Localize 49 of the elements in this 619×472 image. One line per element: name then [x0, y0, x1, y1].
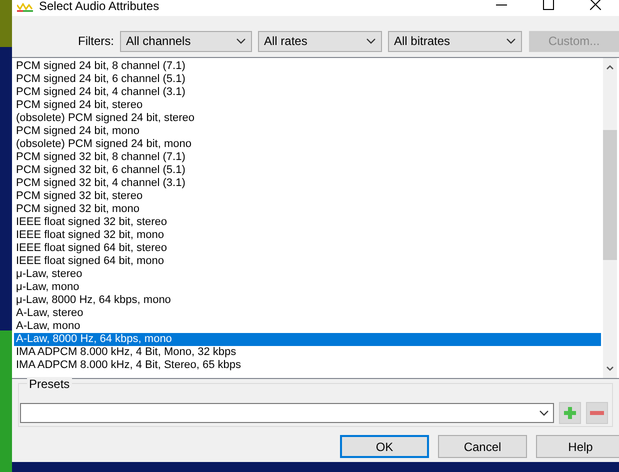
- format-item[interactable]: μ-Law, stereo: [14, 268, 601, 281]
- format-item[interactable]: PCM signed 32 bit, 6 channel (5.1): [14, 164, 601, 177]
- scroll-thumb[interactable]: [603, 130, 617, 260]
- minus-icon: [590, 410, 604, 414]
- filter-dropdown[interactable]: All rates: [258, 30, 382, 52]
- chevron-down-icon: [366, 38, 376, 44]
- remove-preset-button[interactable]: [586, 402, 608, 424]
- scroll-up-icon[interactable]: [606, 64, 614, 70]
- format-item[interactable]: PCM signed 24 bit, mono: [14, 125, 601, 138]
- waveform-icon: [17, 3, 33, 12]
- format-item[interactable]: PCM signed 24 bit, 4 channel (3.1): [14, 86, 601, 99]
- format-item[interactable]: IMA ADPCM 8.000 kHz, 4 Bit, Stereo, 65 kbps: [14, 359, 601, 372]
- dialog-button[interactable]: OK: [340, 435, 429, 458]
- format-item[interactable]: PCM signed 24 bit, 8 channel (7.1): [14, 60, 601, 73]
- chevron-down-icon: [506, 38, 516, 44]
- format-item[interactable]: PCM signed 32 bit, 4 channel (3.1): [14, 177, 601, 190]
- chevron-down-icon: [236, 38, 246, 44]
- minimize-icon[interactable]: [496, 4, 507, 6]
- format-item[interactable]: (obsolete) PCM signed 24 bit, mono: [14, 138, 601, 151]
- window-title: Select Audio Attributes: [39, 0, 160, 13]
- close-icon[interactable]: [590, 0, 601, 10]
- format-item[interactable]: A-Law, mono: [14, 320, 601, 333]
- format-item[interactable]: IEEE float signed 32 bit, mono: [14, 229, 601, 242]
- format-item[interactable]: PCM signed 24 bit, 6 channel (5.1): [14, 73, 601, 86]
- filter-dropdown[interactable]: All bitrates: [388, 30, 522, 52]
- filter-dropdown[interactable]: All channels: [120, 30, 252, 52]
- format-item[interactable]: PCM signed 24 bit, stereo: [14, 99, 601, 112]
- format-item[interactable]: PCM signed 32 bit, mono: [14, 203, 601, 216]
- plus-icon: [563, 406, 577, 420]
- dialog-button[interactable]: Cancel: [438, 435, 527, 458]
- format-item[interactable]: A-Law, stereo: [14, 307, 601, 320]
- format-item[interactable]: PCM signed 32 bit, stereo: [14, 190, 601, 203]
- filters-label: Filters:: [78, 34, 114, 48]
- presets-label: Presets: [27, 377, 72, 391]
- format-item[interactable]: μ-Law, 8000 Hz, 64 kbps, mono: [14, 294, 601, 307]
- format-item[interactable]: A-Law, 8000 Hz, 64 kbps, mono: [14, 333, 601, 346]
- presets-dropdown[interactable]: [20, 402, 554, 422]
- format-item[interactable]: (obsolete) PCM signed 24 bit, stereo: [14, 112, 601, 125]
- scrollbar[interactable]: [603, 58, 617, 378]
- chevron-down-icon: [539, 410, 549, 416]
- format-item[interactable]: IEEE float signed 64 bit, stereo: [14, 242, 601, 255]
- format-item[interactable]: μ-Law, mono: [14, 281, 601, 294]
- format-item[interactable]: IEEE float signed 32 bit, stereo: [14, 216, 601, 229]
- dialog-button[interactable]: Help: [536, 435, 619, 458]
- format-item[interactable]: PCM signed 32 bit, 8 channel (7.1): [14, 151, 601, 164]
- scroll-down-icon[interactable]: [606, 366, 614, 372]
- format-item[interactable]: IEEE float signed 64 bit, mono: [14, 255, 601, 268]
- format-item[interactable]: IMA ADPCM 8.000 kHz, 4 Bit, Mono, 32 kbps: [14, 346, 601, 359]
- maximize-icon[interactable]: [543, 0, 554, 10]
